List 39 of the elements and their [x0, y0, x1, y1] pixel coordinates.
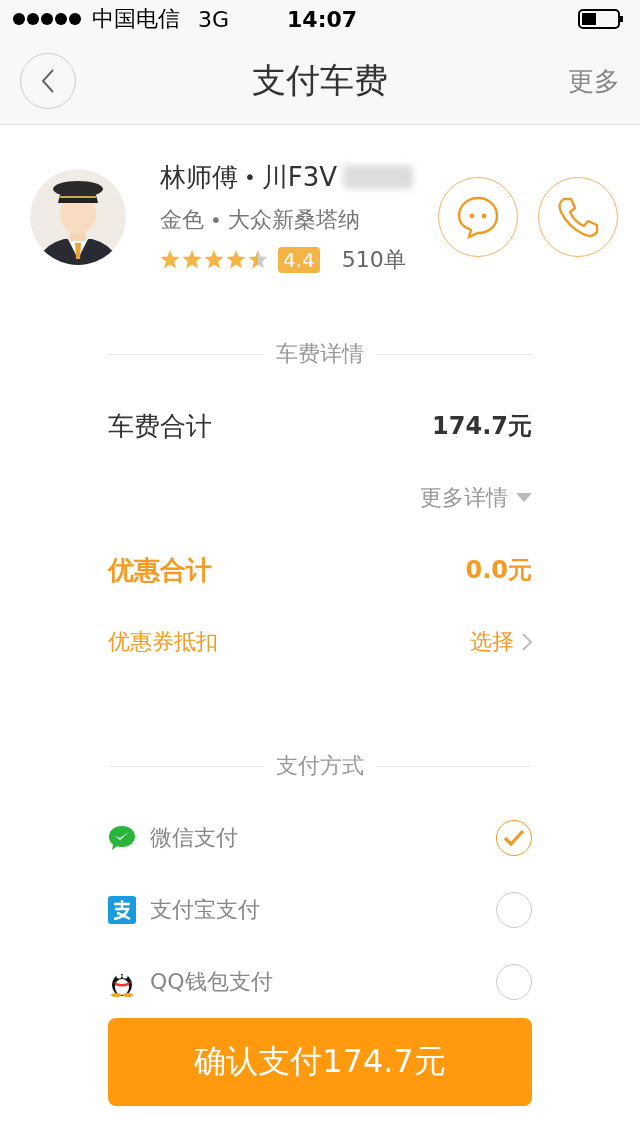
select-coupon-link[interactable]: 选择 [470, 627, 532, 657]
phone-icon [556, 195, 600, 240]
chat-bubble-icon [108, 825, 136, 851]
blurred-plate [343, 165, 414, 190]
separator-dot: • [244, 165, 256, 190]
network-type: 3G [198, 6, 230, 32]
car-model: 大众新桑塔纳 [227, 205, 360, 234]
fare-total-value: 174.7元 [432, 411, 532, 442]
license-plate: 川F3V [261, 160, 338, 194]
order-count: 510单 [341, 245, 406, 274]
coupon-label: 优惠券抵扣 [108, 628, 218, 656]
battery-icon [578, 9, 624, 30]
dropdown-icon [516, 493, 532, 503]
payment-method-label: QQ钱包支付 [150, 968, 273, 996]
fare-total-label: 车费合计 [108, 409, 212, 443]
back-icon [41, 68, 55, 95]
page-title: 支付车费 [252, 59, 388, 103]
more-details-link[interactable]: 更多详情 [420, 483, 532, 513]
driver-name: 林师傅 [160, 160, 238, 194]
chevron-right-icon [522, 633, 532, 651]
more-button[interactable]: 更多 [568, 63, 620, 99]
clock-time: 14:07 [287, 6, 358, 32]
separator-dot: • [210, 207, 222, 232]
section-heading: 车费详情 [276, 340, 364, 368]
payment-option[interactable]: QQ钱包支付 [108, 946, 532, 1018]
payment-method-label: 微信支付 [150, 824, 238, 852]
discount-total-label: 优惠合计 [108, 553, 212, 587]
carrier-name: 中国电信 [92, 5, 180, 34]
signal-icon [12, 12, 84, 27]
rating-badge: 4.4 [278, 246, 320, 273]
payment-app-icon [108, 896, 136, 924]
payment-option[interactable]: 支付宝支付 [108, 874, 532, 946]
payment-method-label: 支付宝支付 [150, 896, 260, 924]
car-color: 金色 [160, 205, 204, 234]
discount-total-value: 0.0元 [465, 555, 532, 586]
confirm-payment-button[interactable]: 确认支付174.7元 [108, 1018, 532, 1106]
payment-option[interactable]: 微信支付 [108, 802, 532, 874]
chat-bubble-icon [456, 195, 500, 240]
section-heading: 支付方式 [276, 752, 364, 780]
